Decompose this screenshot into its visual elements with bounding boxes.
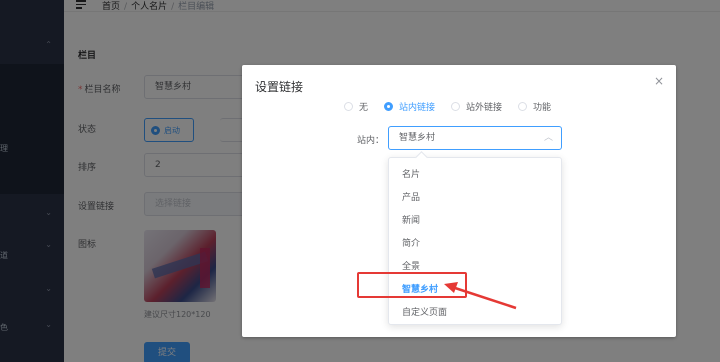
link-type-function[interactable]: 功能 — [518, 100, 551, 113]
dropdown-option[interactable]: 名片 — [389, 164, 561, 187]
dropdown-option[interactable]: 新闻 — [389, 210, 561, 233]
link-type-none[interactable]: 无 — [344, 100, 368, 113]
link-type-external[interactable]: 站外链接 — [451, 100, 502, 113]
chevron-up-icon: ︿ — [543, 133, 553, 143]
close-icon[interactable]: × — [654, 75, 664, 87]
link-type-radio-group: 无 站内链接 站外链接 功能 — [344, 100, 567, 113]
dropdown-option[interactable]: 产品 — [389, 187, 561, 210]
dialog-title: 设置链接 — [255, 80, 304, 94]
dropdown-option[interactable]: 简介 — [389, 233, 561, 256]
annotation-arrow-icon — [444, 282, 517, 310]
internal-link-select[interactable]: 智慧乡村 ︿ — [388, 126, 562, 150]
link-type-internal[interactable]: 站内链接 — [384, 100, 435, 113]
internal-link-label: 站内： — [357, 136, 385, 146]
